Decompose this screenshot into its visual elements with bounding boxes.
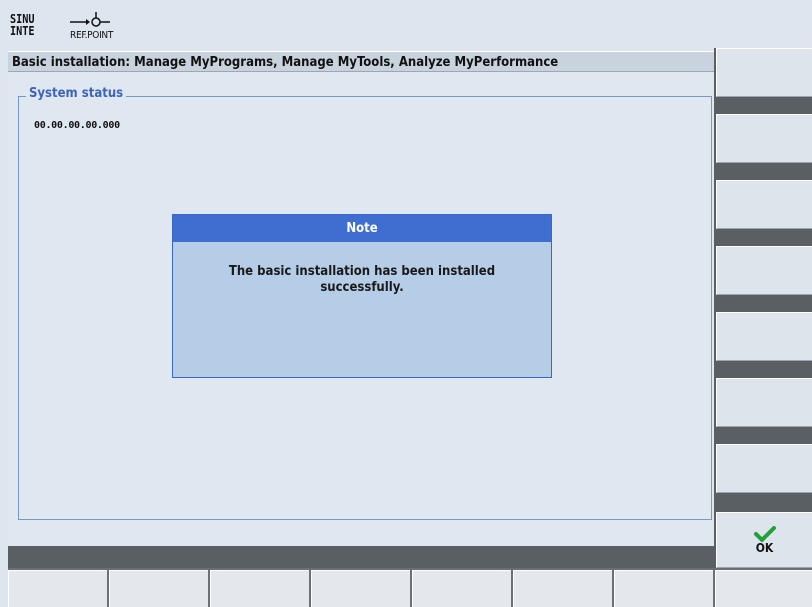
main-panel: System status 00.00.00.00.000 Note The b… [8,72,714,546]
vertical-softkey-5[interactable] [716,312,812,361]
note-dialog: Note The basic installation has been ins… [172,214,552,378]
vertical-softkey-2[interactable] [716,114,812,163]
ok-button[interactable]: OK [716,512,812,568]
vertical-softkey-1[interactable] [716,48,812,97]
horizontal-softkey-7[interactable] [614,570,713,607]
logo-line-2: INTE [10,24,35,38]
sinumerik-logo: SINU INTE [10,10,46,40]
horizontal-softkey-4[interactable] [311,570,410,607]
horizontal-softkey-2[interactable] [109,570,208,607]
vertical-softkey-4[interactable] [716,246,812,295]
ref-point-label: REF.POINT [70,30,114,41]
ref-point-indicator: REF.POINT [66,10,146,44]
group-title: System status [26,86,127,101]
dialog-title: Note [173,215,551,242]
ok-label: OK [755,541,774,555]
horizontal-softkey-3[interactable] [210,570,309,607]
top-bar: SINU INTE REF.POINT [0,0,812,48]
system-status-value: 00.00.00.00.000 [34,120,120,131]
vertical-softkey-7[interactable] [716,444,812,493]
dialog-message: The basic installation has been installe… [228,264,496,295]
vertical-softkey-bar: OK [714,48,812,568]
horizontal-softkey-1[interactable] [8,570,107,607]
vertical-softkey-3[interactable] [716,180,812,229]
horizontal-softkey-bar [8,568,812,607]
horizontal-softkey-6[interactable] [513,570,612,607]
vertical-softkey-6[interactable] [716,378,812,427]
header-title: Basic installation: Manage MyPrograms, M… [8,51,714,72]
horizontal-softkey-8[interactable] [715,570,812,607]
ref-point-icon [70,12,110,27]
status-bar [8,546,714,568]
horizontal-softkey-5[interactable] [412,570,511,607]
